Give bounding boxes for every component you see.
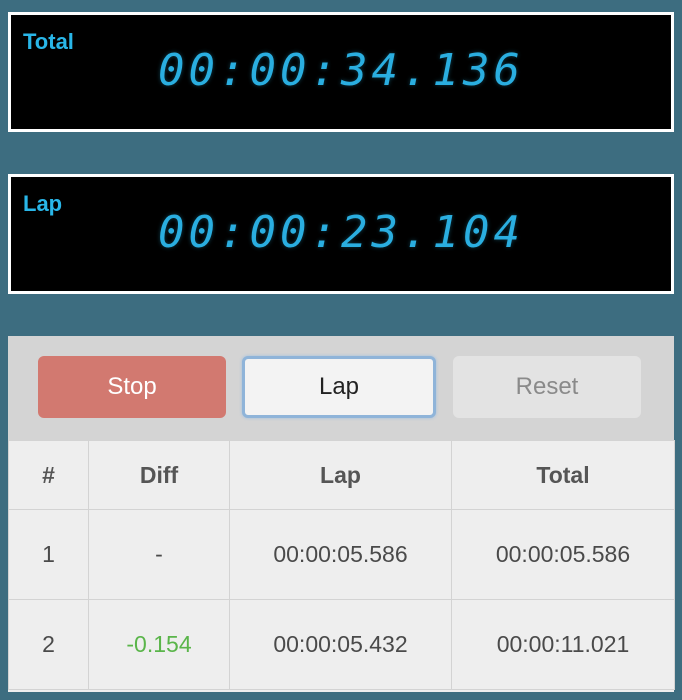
table-header-row: # Diff Lap Total xyxy=(8,440,675,510)
stop-button[interactable]: Stop xyxy=(38,356,226,418)
lap-button[interactable]: Lap xyxy=(242,356,436,418)
table-row: 2 -0.154 00:00:05.432 00:00:11.021 xyxy=(8,599,675,690)
table-row: 1 - 00:00:05.586 00:00:05.586 xyxy=(8,509,675,600)
header-lap: Lap xyxy=(229,440,452,510)
row-diff: - xyxy=(88,509,230,600)
row-number: 1 xyxy=(8,509,89,600)
header-diff: Diff xyxy=(88,440,230,510)
row-total-time: 00:00:05.586 xyxy=(451,509,675,600)
lap-time-display: Lap 00:00:23.104 xyxy=(8,174,674,294)
header-total: Total xyxy=(451,440,675,510)
total-time-value: 00:00:34.136 xyxy=(158,45,524,96)
row-total-time: 00:00:11.021 xyxy=(451,599,675,690)
total-time-display: Total 00:00:34.136 xyxy=(8,12,674,132)
lap-time-value: 00:00:23.104 xyxy=(158,207,524,258)
header-number: # xyxy=(8,440,89,510)
lap-panel: Stop Lap Reset # Diff Lap Total 1 - 00:0… xyxy=(8,336,675,692)
row-diff: -0.154 xyxy=(88,599,230,690)
row-lap-time: 00:00:05.586 xyxy=(229,509,452,600)
laps-table: # Diff Lap Total 1 - 00:00:05.586 00:00:… xyxy=(8,440,675,690)
row-number: 2 xyxy=(8,599,89,690)
button-toolbar: Stop Lap Reset xyxy=(8,336,674,440)
row-lap-time: 00:00:05.432 xyxy=(229,599,452,690)
reset-button[interactable]: Reset xyxy=(453,356,641,418)
